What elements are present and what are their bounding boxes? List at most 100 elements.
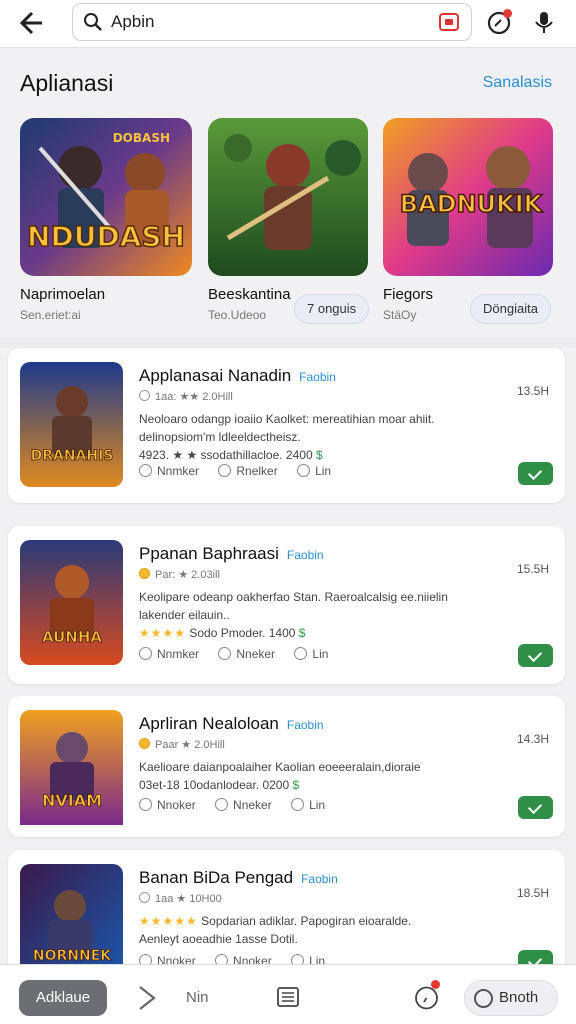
- list-icon[interactable]: [277, 987, 299, 1007]
- app-meta: Paar ★ 2.0Hill: [139, 738, 225, 751]
- app-size: 14.3H: [516, 732, 549, 746]
- app-list-item[interactable]: NVIAM Aprliran Nealoloan Faobin 14.3H Paa…: [8, 696, 565, 837]
- app-tag[interactable]: Faobin: [301, 872, 338, 886]
- rating-stars: ★★★★★: [139, 914, 198, 928]
- installed-check-button[interactable]: [518, 644, 553, 667]
- top-bar: [0, 0, 576, 48]
- app-meta-text: Par: ★ 2.03ill: [155, 569, 220, 581]
- app-description-text: Sodo Pmoder. 1400: [189, 626, 296, 640]
- app-title: Applanasai Nanadin Faobin: [139, 366, 336, 386]
- app-icon-art-text: DRANAHIS: [31, 448, 114, 464]
- microphone-icon[interactable]: [530, 8, 558, 36]
- section-title: Aplianasi: [20, 70, 114, 96]
- option-radio[interactable]: Lin: [294, 647, 328, 661]
- app-options: Nnmker Rnelker Lin: [139, 464, 347, 478]
- bottom-label[interactable]: Nin: [186, 989, 209, 1006]
- sun-icon: [139, 738, 150, 749]
- clock-icon: [474, 989, 493, 1008]
- featured-app[interactable]: BADNUKIK Fiegors StäOy: [383, 118, 553, 322]
- installed-check-button[interactable]: [518, 462, 553, 485]
- app-icon-art-text: AUNHA: [42, 628, 102, 646]
- app-title-text: Applanasai Nanadin: [139, 366, 292, 385]
- app-tag[interactable]: Faobin: [299, 370, 336, 384]
- featured-app-name: Fiegors: [383, 286, 434, 303]
- app-tag[interactable]: Faobin: [287, 548, 324, 562]
- featured-app-subtitle: Teo.Udeoo: [208, 308, 267, 322]
- app-tag[interactable]: Faobin: [287, 718, 324, 732]
- app-description: Kaelioare daianpoalaiher Kaolian eoeeera…: [139, 758, 469, 794]
- download-icon: $: [292, 778, 300, 792]
- app-meta-text: 1aa: ★★ 2.0Hill: [155, 391, 233, 403]
- app-description-line: 4923. ★ ★ ssodathillacloe. 2400 $: [139, 446, 469, 464]
- app-size: 13.5H: [516, 384, 549, 398]
- option-radio[interactable]: Lin: [291, 798, 325, 812]
- featured-app-subtitle: Sen.eriet:ai: [20, 308, 81, 322]
- app-title-text: Aprliran Nealoloan: [139, 714, 279, 733]
- sun-icon: [139, 568, 150, 579]
- featured-app-subtitle: StäOy: [383, 308, 417, 322]
- featured-app-name: Beeskantina: [208, 286, 291, 303]
- featured-thumbnail: NDUDASH DOBASH: [20, 118, 192, 276]
- option-radio[interactable]: Nneker: [218, 647, 275, 661]
- app-meta-text: 1aa ★ 10H00: [155, 893, 222, 905]
- back-arrow-icon[interactable]: [14, 8, 48, 38]
- option-radio[interactable]: Nnmker: [139, 647, 199, 661]
- app-list-item[interactable]: AUNHA Ppanan Baphraasi Faobin 15.5H Par: …: [8, 526, 565, 684]
- search-bar[interactable]: [72, 3, 472, 41]
- bottom-left-button[interactable]: Adklaue: [19, 980, 107, 1016]
- app-meta-text: Paar ★ 2.0Hill: [155, 739, 225, 751]
- rating-stars: ★★★★: [139, 626, 187, 640]
- installed-check-button[interactable]: [518, 796, 553, 819]
- info-icon: [139, 892, 150, 903]
- option-radio[interactable]: Nneker: [215, 798, 272, 812]
- app-list-item[interactable]: DRANAHIS Applanasai Nanadin Faobin 13.5H …: [8, 348, 565, 503]
- app-title: Ppanan Baphraasi Faobin: [139, 544, 324, 564]
- app-description-line: Neoloaro odangp ioaiio Kaolket: mereatih…: [139, 412, 435, 426]
- featured-rating-pill[interactable]: 7 onguis: [294, 294, 370, 324]
- option-radio[interactable]: Nnmker: [139, 464, 199, 478]
- app-title-text: Ppanan Baphraasi: [139, 544, 279, 563]
- option-radio[interactable]: Nnoker: [139, 798, 196, 812]
- app-description-line: ★★★★ Sodo Pmoder. 1400 $: [139, 624, 469, 642]
- app-description-line: ★★★★★ Sopdarian adiklar. Papogiran eioar…: [139, 912, 469, 930]
- bottom-right-button[interactable]: Bnoth: [464, 980, 558, 1016]
- app-size: 15.5H: [516, 562, 549, 576]
- app-description-line: 03et-18 10odanlodear. 0200 $: [139, 776, 469, 794]
- featured-app[interactable]: NDUDASH DOBASH Naprimoelan Sen.eriet:ai: [20, 118, 192, 322]
- search-input[interactable]: [111, 10, 431, 34]
- featured-rating-pill[interactable]: Döngiaita: [470, 294, 551, 324]
- info-icon: [139, 390, 150, 401]
- app-description-line: Keolipare odeanp oakherfao Stan. Raeroal…: [139, 590, 448, 604]
- app-title: Banan BiDa Pengad Faobin: [139, 868, 338, 888]
- bottom-right-label: Bnoth: [499, 989, 539, 1006]
- app-description-text: 4923. ★ ★ ssodathillacloe. 2400: [139, 448, 313, 462]
- app-title: Aprliran Nealoloan Faobin: [139, 714, 324, 734]
- section-divider: [0, 338, 576, 348]
- app-meta: 1aa: ★★ 2.0Hill: [139, 390, 233, 403]
- app-icon-art-text: NVIAM: [42, 791, 102, 810]
- clock-icon[interactable]: [414, 980, 440, 1010]
- option-radio[interactable]: Rnelker: [218, 464, 278, 478]
- chevron-right-icon[interactable]: [134, 983, 160, 1013]
- search-icon: [84, 13, 102, 31]
- bottom-bar: Adklaue Nin Bnoth: [0, 964, 576, 1024]
- notification-compass-icon[interactable]: [486, 8, 514, 36]
- app-description: Keolipare odeanp oakherfao Stan. Raeroal…: [139, 588, 469, 642]
- app-meta: 1aa ★ 10H00: [139, 892, 222, 905]
- gift-icon[interactable]: [439, 13, 459, 31]
- featured-app[interactable]: Beeskantina Teo.Udeoo: [208, 118, 368, 322]
- featured-art-subtitle: DOBASH: [113, 131, 170, 145]
- app-icon: NVIAM: [20, 710, 123, 835]
- app-description-line: delinopsiom'm ldleeldectheisz.: [139, 430, 301, 444]
- app-icon: AUNHA: [20, 540, 123, 665]
- app-description-line: lakender eilauin..: [139, 608, 230, 622]
- app-description: Neoloaro odangp ioaiio Kaolket: mereatih…: [139, 410, 469, 464]
- download-icon: $: [315, 448, 323, 462]
- app-size: 18.5H: [516, 886, 549, 900]
- app-meta: Par: ★ 2.03ill: [139, 568, 220, 581]
- option-radio[interactable]: Lin: [297, 464, 331, 478]
- app-options: Nnoker Nneker Lin: [139, 798, 341, 812]
- app-icon: DRANAHIS: [20, 362, 123, 487]
- see-all-link[interactable]: Sanalasis: [483, 74, 552, 92]
- app-title-text: Banan BiDa Pengad: [139, 868, 294, 887]
